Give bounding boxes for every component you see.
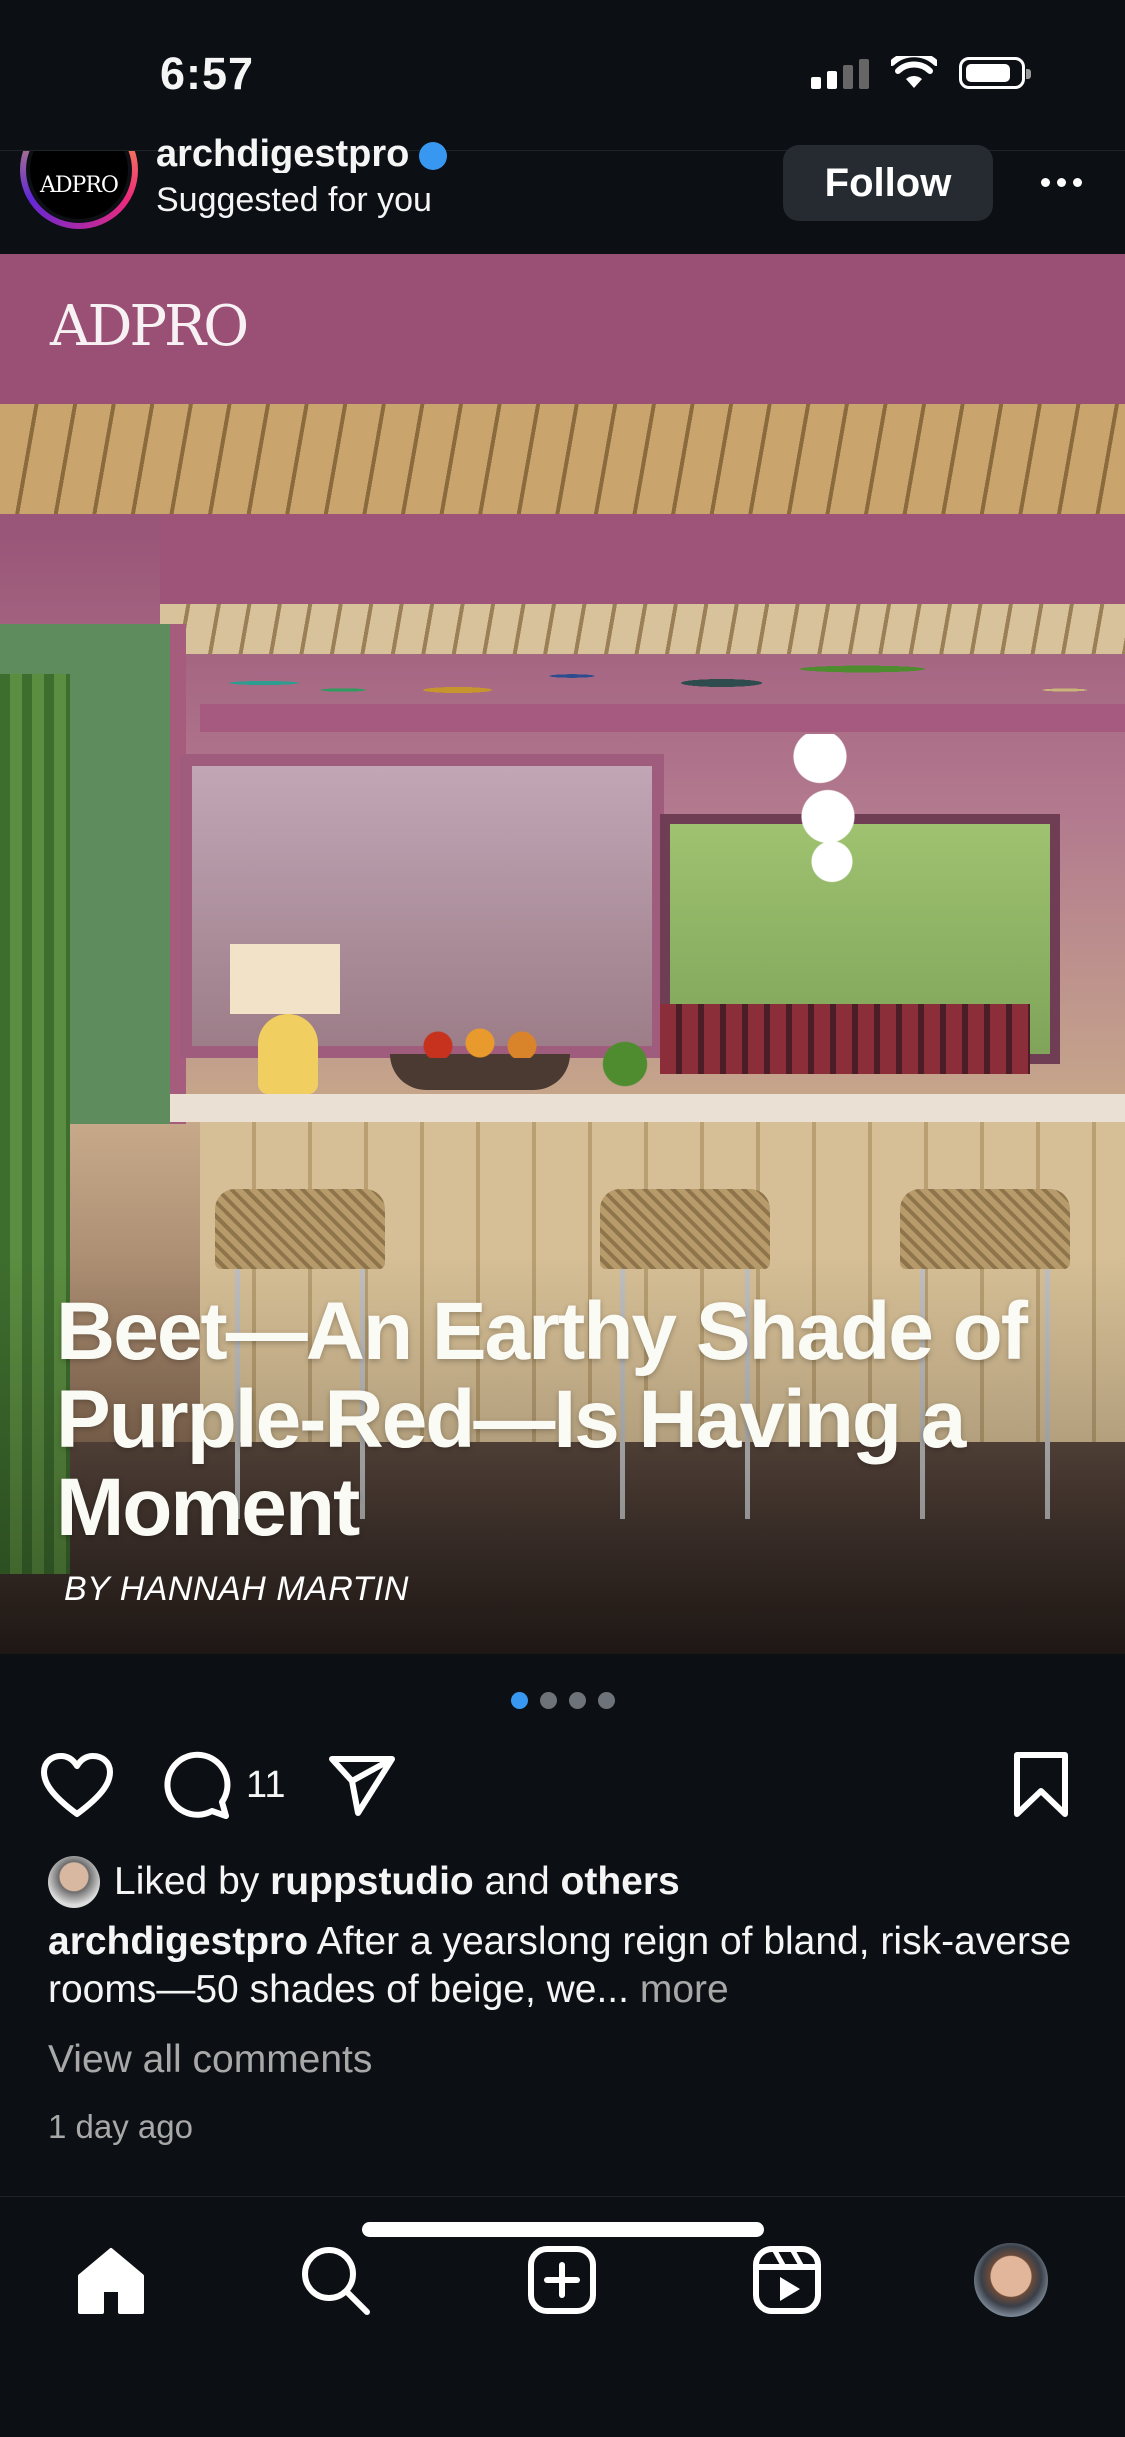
post-byline: BY HANNAH MARTIN	[64, 1570, 409, 1608]
suggested-label: Suggested for you	[156, 181, 432, 219]
brand-logo: ADPRO	[50, 294, 249, 359]
create-icon	[528, 2246, 596, 2314]
liked-by-user[interactable]: ruppstudio	[270, 1860, 474, 1904]
save-button[interactable]	[1012, 1740, 1070, 1830]
status-bar: 6:57	[0, 0, 1125, 150]
home-indicator[interactable]	[362, 2222, 764, 2237]
share-button[interactable]	[328, 1740, 396, 1830]
caption-username[interactable]: archdigestpro	[48, 1920, 308, 1963]
like-button[interactable]	[40, 1740, 114, 1830]
post-headline: Beet—An Earthy Shade of Purple-Red—Is Ha…	[56, 1286, 1028, 1553]
carousel-indicator	[0, 1692, 1125, 1709]
nav-search[interactable]	[290, 2235, 380, 2325]
heart-icon	[41, 1753, 113, 1817]
verified-badge-icon	[419, 141, 448, 170]
comment-button[interactable]: 11	[162, 1740, 285, 1830]
nav-reels[interactable]	[742, 2235, 832, 2325]
search-icon	[302, 2247, 370, 2315]
account-avatar[interactable]: ADPRO	[20, 151, 140, 231]
post-image[interactable]: ADPRO Beet—An Earthy Shade of Purple-Red…	[0, 254, 1125, 1654]
status-icons	[811, 56, 1031, 90]
liker-avatar	[48, 1856, 100, 1908]
comment-icon	[164, 1751, 231, 1819]
post-timestamp: 1 day ago	[48, 2108, 193, 2145]
avatar-logo-text: ADPRO	[40, 172, 119, 198]
profile-avatar	[972, 2241, 1050, 2319]
post-header: ADPRO archdigestpro Suggested for you Fo…	[0, 133, 1125, 255]
bookmark-icon	[1014, 1752, 1068, 1817]
liked-by-others[interactable]: others	[561, 1860, 680, 1904]
liked-by-line[interactable]: Liked by ruppstudio and others	[48, 1855, 680, 1909]
send-icon	[329, 1756, 395, 1816]
status-time: 6:57	[160, 48, 255, 99]
battery-icon	[959, 57, 1031, 89]
carousel-dot	[539, 1692, 557, 1709]
liked-by-prefix: Liked by	[114, 1860, 260, 1903]
nav-home[interactable]	[66, 2235, 156, 2325]
more-options-icon[interactable]	[1031, 157, 1091, 207]
post-actions: 11	[0, 1740, 1125, 1840]
account-username[interactable]: archdigestpro	[156, 133, 448, 173]
carousel-dot-active	[510, 1692, 528, 1709]
comment-count: 11	[246, 1763, 286, 1806]
post-caption: archdigestpro After a yearslong reign of…	[48, 1918, 1088, 2014]
username-container[interactable]: archdigestpro	[156, 133, 448, 173]
carousel-dot	[568, 1692, 586, 1709]
wifi-icon	[891, 56, 937, 88]
nav-create[interactable]	[517, 2235, 607, 2325]
liked-by-connector: and	[484, 1860, 550, 1903]
carousel-dot	[597, 1692, 615, 1709]
nav-profile[interactable]	[966, 2235, 1056, 2325]
follow-button[interactable]: Follow	[783, 145, 993, 221]
reels-icon	[753, 2246, 821, 2314]
cellular-signal-icon	[811, 57, 869, 89]
home-icon	[78, 2248, 144, 2314]
view-all-comments-link[interactable]: View all comments	[48, 2038, 372, 2082]
caption-more-link[interactable]: more	[640, 1968, 729, 2011]
